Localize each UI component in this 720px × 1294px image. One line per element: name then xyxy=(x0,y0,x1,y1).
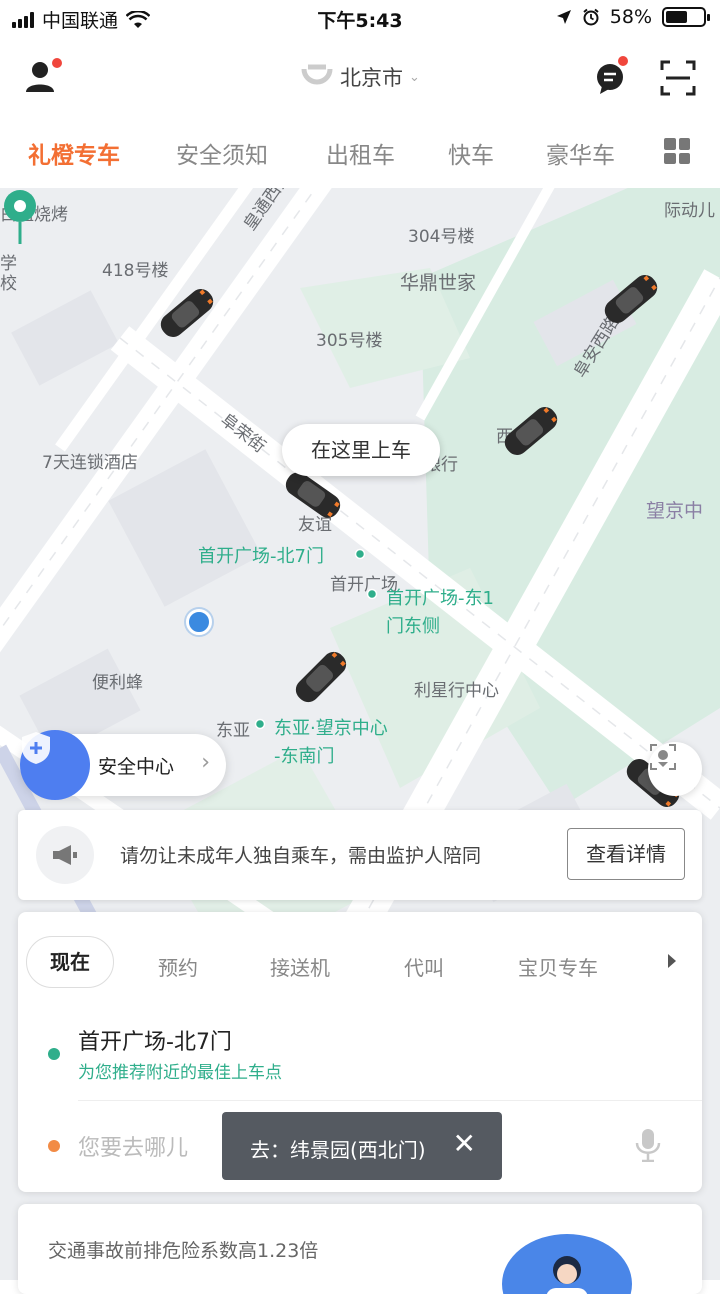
safety-tip-card[interactable]: 交通事故前排危险系数高1.23倍 xyxy=(18,1204,702,1294)
pickup-dot-icon xyxy=(366,588,378,600)
notice-card: 请勿让未成年人独自乘车，需由监护人陪同 查看详情 xyxy=(18,810,702,900)
tab-reserve[interactable]: 预约 xyxy=(158,952,198,981)
scan-button[interactable] xyxy=(658,58,698,98)
pickup-dot-icon xyxy=(354,548,366,560)
close-icon[interactable]: ✕ xyxy=(453,1128,476,1160)
map-label: 7天连锁酒店 xyxy=(42,453,138,473)
origin-hint: 为您推荐附近的最佳上车点 xyxy=(78,1063,282,1083)
tab-kids-ride[interactable]: 宝贝专车 xyxy=(518,952,598,981)
microphone-icon[interactable] xyxy=(634,1128,662,1162)
tab-now[interactable]: 现在 xyxy=(26,936,114,988)
didi-logo-icon xyxy=(301,64,333,85)
battery-percent: 58% xyxy=(609,6,652,28)
map-label: 学校 xyxy=(0,254,17,294)
safety-tip-text: 交通事故前排危险系数高1.23倍 xyxy=(48,1240,319,1262)
shield-icon xyxy=(20,730,90,800)
city-label: 北京市 xyxy=(340,66,404,90)
map-label: 际动儿 xyxy=(664,201,715,221)
pickup-point-label[interactable]: 首开广场-北7门 xyxy=(198,542,324,568)
message-dot xyxy=(618,56,628,66)
illustration-image xyxy=(502,1234,632,1294)
more-services-icon[interactable] xyxy=(664,138,690,164)
map-label: 便利蜂 xyxy=(92,673,143,693)
origin-dot-icon xyxy=(48,1048,60,1060)
pickup-dot-icon xyxy=(254,718,266,730)
tab-taxi[interactable]: 出租车 xyxy=(326,136,395,170)
pickup-point-label[interactable]: 门东侧 xyxy=(386,612,440,638)
recenter-button[interactable] xyxy=(648,742,702,796)
map-label: 华鼎世家 xyxy=(400,272,477,294)
pickup-point-label[interactable]: 首开广场-东1 xyxy=(386,584,494,610)
tab-luxury[interactable]: 豪华车 xyxy=(546,136,615,170)
pickup-bubble[interactable]: 在这里上车 xyxy=(282,424,440,476)
map-label: 304号楼 xyxy=(408,227,475,247)
battery-icon xyxy=(662,7,710,27)
tab-call-for-others[interactable]: 代叫 xyxy=(404,952,444,981)
status-right: 58% xyxy=(556,6,710,28)
map-label: 418号楼 xyxy=(102,261,169,281)
top-header: 北京市 ⌄ xyxy=(0,36,720,116)
toast-text: 去：纬景园(西北门) xyxy=(250,1138,426,1162)
tab-safety-notice[interactable]: 安全须知 xyxy=(176,136,268,170)
scan-icon xyxy=(660,60,696,96)
origin-field[interactable]: 首开广场-北7门 xyxy=(78,1024,232,1056)
destination-dot-icon xyxy=(48,1140,60,1152)
divider xyxy=(78,1100,702,1101)
map-label: 东亚 xyxy=(216,721,250,741)
megaphone-icon xyxy=(36,826,94,884)
destination-suggestion-toast[interactable]: 去：纬景园(西北门) ✕ xyxy=(222,1112,502,1180)
alarm-icon xyxy=(583,8,599,26)
safety-center-label: 安全中心 xyxy=(98,756,175,778)
view-details-button[interactable]: 查看详情 xyxy=(567,828,685,880)
pickup-pin-icon xyxy=(4,190,36,244)
location-arrow-icon xyxy=(556,10,571,24)
notice-text: 请勿让未成年人独自乘车，需由监护人陪同 xyxy=(120,845,482,867)
current-location-icon xyxy=(186,609,212,635)
pickup-point-label[interactable]: -东南门 xyxy=(274,742,335,768)
safety-center-button[interactable]: 安全中心 › xyxy=(20,730,226,800)
tab-airport[interactable]: 接送机 xyxy=(270,952,330,981)
chevron-right-icon: › xyxy=(201,750,210,775)
map-label: 利星行中心 xyxy=(414,681,499,701)
map-label: 望京中 xyxy=(646,500,704,522)
messages-button[interactable] xyxy=(590,56,630,98)
destination-input[interactable]: 您要去哪儿 xyxy=(78,1130,188,1162)
map-label: 305号楼 xyxy=(316,331,383,351)
service-tabs: 礼橙专车 安全须知 出租车 快车 豪华车 xyxy=(0,116,720,188)
locate-icon xyxy=(650,744,676,770)
tab-premium[interactable]: 礼橙专车 xyxy=(28,136,120,170)
chevron-down-icon: ⌄ xyxy=(409,69,420,85)
tab-express[interactable]: 快车 xyxy=(448,136,494,170)
chevron-right-icon[interactable] xyxy=(668,954,676,968)
pickup-point-label[interactable]: 东亚·望京中心 xyxy=(274,714,388,740)
status-bar: 中国联通 下午5:43 58% xyxy=(0,0,720,36)
